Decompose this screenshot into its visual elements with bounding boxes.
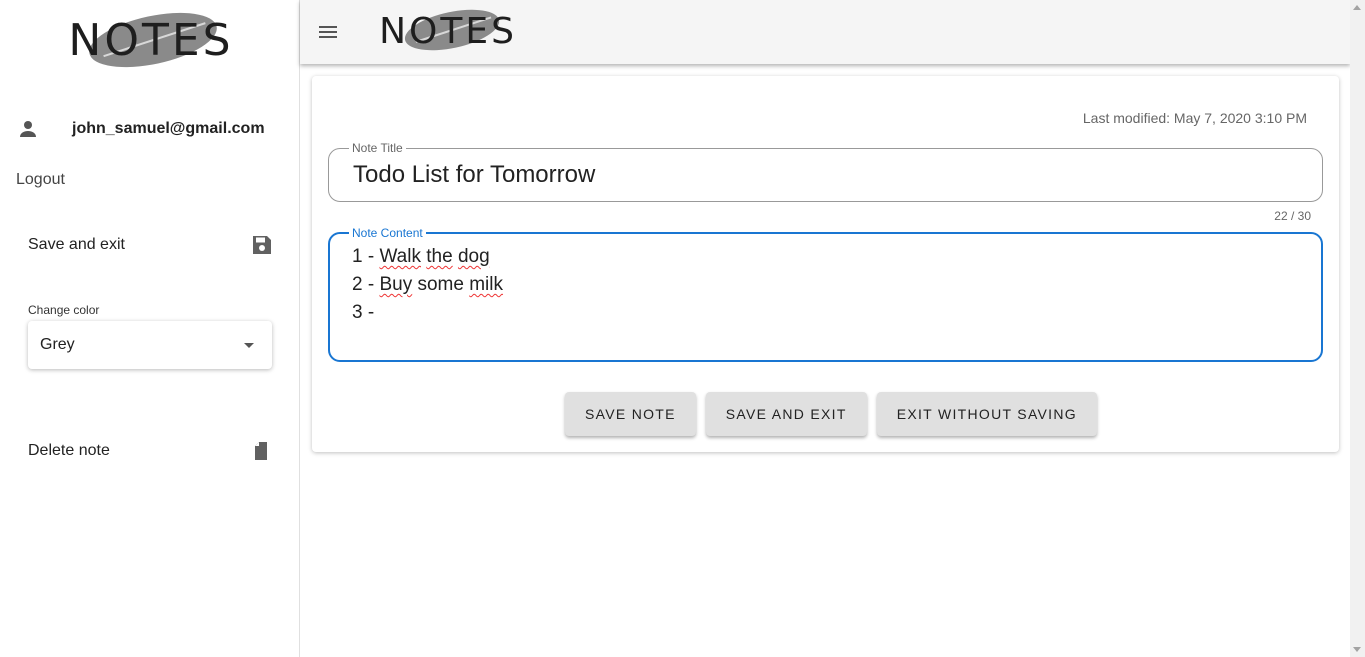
title-char-count: 22 / 30 [1274,209,1311,223]
content-line: 3 - [352,299,503,327]
exit-without-saving-button[interactable]: EXIT WITHOUT SAVING [876,392,1097,436]
logout-link[interactable]: Logout [16,171,65,189]
misspelled-word: Buy [379,274,413,295]
delete-file-icon [255,442,267,460]
chevron-down-icon [244,342,254,348]
content-line: 1 - Walk the dog [352,243,503,271]
page-scrollbar[interactable] [1350,0,1365,657]
note-content-textarea[interactable]: 1 - Walk the dog 2 - Buy some milk 3 - [352,243,503,327]
save-note-button[interactable]: SAVE NOTE [565,392,696,436]
save-and-exit-item[interactable]: Save and exit [28,231,274,259]
note-content-legend: Note Content [349,226,426,240]
content-line: 2 - Buy some milk [352,271,503,299]
save-and-exit-label: Save and exit [28,236,125,253]
sidebar: NOTES john_samuel@gmail.com Logout Save … [0,0,300,657]
scroll-down-arrow-icon[interactable] [1353,647,1361,652]
action-buttons: SAVE NOTE SAVE AND EXIT EXIT WITHOUT SAV… [565,392,1097,436]
logo-text: NOTES [379,10,517,52]
save-and-exit-button[interactable]: SAVE AND EXIT [705,392,867,436]
misspelled-word: dog [457,246,490,267]
misspelled-word: Walk [379,246,421,267]
color-select-value: Grey [40,336,75,353]
sidebar-logo: NOTES [58,3,244,77]
delete-note-item[interactable]: Delete note [28,437,274,465]
logo-text: NOTES [68,14,234,66]
misspelled-word: the [426,246,453,267]
user-email: john_samuel@gmail.com [72,120,265,137]
content-line-prefix: 2 - [352,274,380,295]
note-title-field[interactable]: Note Title Todo List for Tomorrow [328,141,1323,202]
content-line-prefix: 1 - [352,246,380,267]
header-logo: NOTES [379,2,517,58]
misspelled-word: milk [469,274,504,295]
color-select[interactable]: Grey [28,321,272,369]
hamburger-menu-icon[interactable] [316,20,340,44]
scroll-up-arrow-icon[interactable] [1353,5,1361,10]
note-editor-card: Last modified: May 7, 2020 3:10 PM Note … [312,76,1339,452]
note-title-legend: Note Title [349,141,406,155]
content-text: some [412,274,470,295]
user-info: john_samuel@gmail.com [16,116,286,142]
note-content-field[interactable]: Note Content 1 - Walk the dog 2 - Buy som… [328,226,1323,362]
last-modified-text: Last modified: May 7, 2020 3:10 PM [1082,110,1307,126]
app-header: NOTES [300,0,1350,64]
person-icon [20,121,36,137]
note-title-input[interactable]: Todo List for Tomorrow [353,161,595,189]
change-color-label: Change color [28,303,100,317]
floppy-disk-icon [253,236,271,254]
content-line-prefix: 3 - [352,302,375,323]
delete-note-label: Delete note [28,442,110,459]
